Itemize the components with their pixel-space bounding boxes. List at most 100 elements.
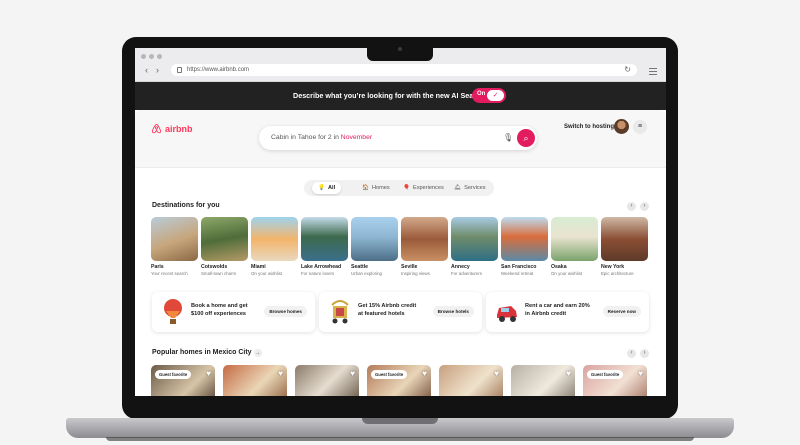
promo-card-homes[interactable]: Book a home and get $100 off experiences … xyxy=(152,292,315,332)
all-icon: 💡 xyxy=(318,185,325,191)
banner-text: Describe what you’re looking for with th… xyxy=(293,91,485,100)
ai-search-banner: Describe what you’re looking for with th… xyxy=(135,82,666,110)
destination-name: Cotswolds xyxy=(201,264,228,270)
address-bar[interactable]: https://www.airbnb.com ↻ xyxy=(171,64,637,76)
destination-card[interactable]: Annecy For adventurers xyxy=(451,217,498,276)
next-arrow-icon[interactable]: › xyxy=(640,202,649,211)
search-input[interactable]: Cabin in Tahoe for 2 in November xyxy=(271,134,372,141)
destination-card[interactable]: Lake Arrowhead For nature lovers xyxy=(301,217,348,276)
tab-label: Services xyxy=(464,185,486,191)
tab-all[interactable]: 💡 All xyxy=(312,182,342,194)
promo-line: at featured hotels xyxy=(358,310,405,317)
destination-photo xyxy=(251,217,298,261)
reserve-now-button[interactable]: Reserve now xyxy=(602,306,641,317)
destination-card[interactable]: Osaka On your wishlist xyxy=(551,217,598,276)
destination-card[interactable]: Miami On your wishlist xyxy=(251,217,298,276)
camera-icon xyxy=(398,47,402,51)
home-card[interactable]: ♥ xyxy=(439,365,503,396)
logo[interactable]: airbnb xyxy=(151,123,193,134)
back-icon[interactable]: ‹ xyxy=(145,65,148,75)
toggle-label: On xyxy=(477,91,486,97)
prev-arrow-icon[interactable]: ‹ xyxy=(627,349,636,358)
heart-icon[interactable]: ♥ xyxy=(566,369,571,378)
hamburger-menu-icon[interactable]: ≡ xyxy=(633,120,647,134)
switch-to-hosting-link[interactable]: Switch to hosting xyxy=(564,124,614,130)
site-header: airbnb Cabin in Tahoe for 2 in November … xyxy=(135,110,666,168)
heart-icon[interactable]: ♥ xyxy=(278,369,283,378)
destination-name: San Francisco xyxy=(501,264,537,270)
search-button[interactable]: ⌕ xyxy=(517,129,535,147)
tab-experiences[interactable]: 🎈 Experiences xyxy=(397,182,450,194)
destination-photo xyxy=(551,217,598,261)
promo-line: $100 off experiences xyxy=(191,310,247,317)
avatar[interactable] xyxy=(614,119,629,134)
destination-card[interactable]: Seville Inspiring views xyxy=(401,217,448,276)
tab-homes[interactable]: 🏠 Homes xyxy=(356,182,396,194)
laptop-base xyxy=(66,418,734,441)
destination-card[interactable]: New York Epic architecture xyxy=(601,217,648,276)
guest-favorite-badge: Guest favorite xyxy=(587,370,624,379)
tab-label: All xyxy=(327,185,336,191)
forward-icon[interactable]: › xyxy=(156,65,159,75)
destination-photo xyxy=(351,217,398,261)
destination-sub: Epic architecture xyxy=(601,271,634,276)
logo-text: airbnb xyxy=(165,123,193,134)
popular-arrows: ‹ › xyxy=(627,349,649,358)
next-arrow-icon[interactable]: › xyxy=(640,349,649,358)
prev-arrow-icon[interactable]: ‹ xyxy=(627,202,636,211)
heart-icon[interactable]: ♥ xyxy=(350,369,355,378)
promo-card-cars[interactable]: Rent a car and earn 20% in Airbnb credit … xyxy=(486,292,649,332)
destination-photo xyxy=(601,217,648,261)
heart-icon[interactable]: ♥ xyxy=(494,369,499,378)
destination-card[interactable]: San Francisco Weekend retreat xyxy=(501,217,548,276)
home-card[interactable]: Guest favorite ♥ xyxy=(583,365,647,396)
destination-sub: Your recent search xyxy=(151,271,188,276)
destination-photo xyxy=(451,217,498,261)
destination-card[interactable]: Seattle Urban exploring xyxy=(351,217,398,276)
bell-icon: 🛎 xyxy=(454,185,462,191)
destination-sub: Urban exploring xyxy=(351,271,382,276)
destination-name: Paris xyxy=(151,264,164,270)
destination-name: Miami xyxy=(251,264,266,270)
screen: ‹ › https://www.airbnb.com ↻ Describe wh… xyxy=(135,48,666,396)
home-card[interactable]: ♥ xyxy=(511,365,575,396)
destination-name: Seville xyxy=(401,264,418,270)
category-tabs: 💡 All 🏠 Homes 🎈 Experiences 🛎 Services xyxy=(304,180,494,196)
destination-name: Annecy xyxy=(451,264,470,270)
heart-icon[interactable]: ♥ xyxy=(422,369,427,378)
browser-menu-icon[interactable] xyxy=(649,66,657,77)
promo-text: Get 15% Airbnb credit at featured hotels xyxy=(358,303,440,318)
destination-card[interactable]: Cotswolds Small-town charm xyxy=(201,217,248,276)
destinations-title: Destinations for you xyxy=(152,202,220,209)
arrow-right-icon: → xyxy=(253,349,262,357)
search-text: Cabin in Tahoe for 2 in xyxy=(271,134,341,141)
home-card[interactable]: Guest favorite ♥ xyxy=(151,365,215,396)
destination-photo xyxy=(501,217,548,261)
home-card[interactable]: Guest favorite ♥ xyxy=(367,365,431,396)
destinations-arrows: ‹ › xyxy=(627,202,649,211)
popular-homes-title[interactable]: Popular homes in Mexico City → xyxy=(152,349,262,357)
home-card[interactable]: ♥ xyxy=(223,365,287,396)
promo-line: Get 15% Airbnb credit xyxy=(358,303,417,309)
lock-icon xyxy=(177,67,182,73)
tab-services[interactable]: 🛎 Services xyxy=(448,182,492,194)
browse-homes-button[interactable]: Browse homes xyxy=(264,306,307,317)
search-bar[interactable]: Cabin in Tahoe for 2 in November 🎙 ⌕ xyxy=(259,126,537,150)
tab-label: Homes xyxy=(371,185,390,191)
heart-icon[interactable]: ♥ xyxy=(638,369,643,378)
destination-card[interactable]: Paris Your recent search xyxy=(151,217,198,276)
ai-search-toggle[interactable]: On ✓ xyxy=(472,88,506,103)
check-icon: ✓ xyxy=(487,90,504,101)
microphone-icon[interactable]: 🎙 xyxy=(503,133,513,142)
reload-icon[interactable]: ↻ xyxy=(624,64,631,76)
browse-hotels-button[interactable]: Browse hotels xyxy=(432,306,474,317)
hot-air-balloon-icon xyxy=(164,299,182,324)
bellhop-cart-icon xyxy=(331,300,349,324)
home-card[interactable]: ♥ xyxy=(295,365,359,396)
popular-title-text: Popular homes in Mexico City xyxy=(152,349,252,356)
destination-photo xyxy=(301,217,348,261)
promo-text: Book a home and get $100 off experiences xyxy=(191,303,273,318)
promo-card-hotels[interactable]: Get 15% Airbnb credit at featured hotels … xyxy=(319,292,482,332)
heart-icon[interactable]: ♥ xyxy=(206,369,211,378)
window-controls[interactable] xyxy=(141,54,162,59)
